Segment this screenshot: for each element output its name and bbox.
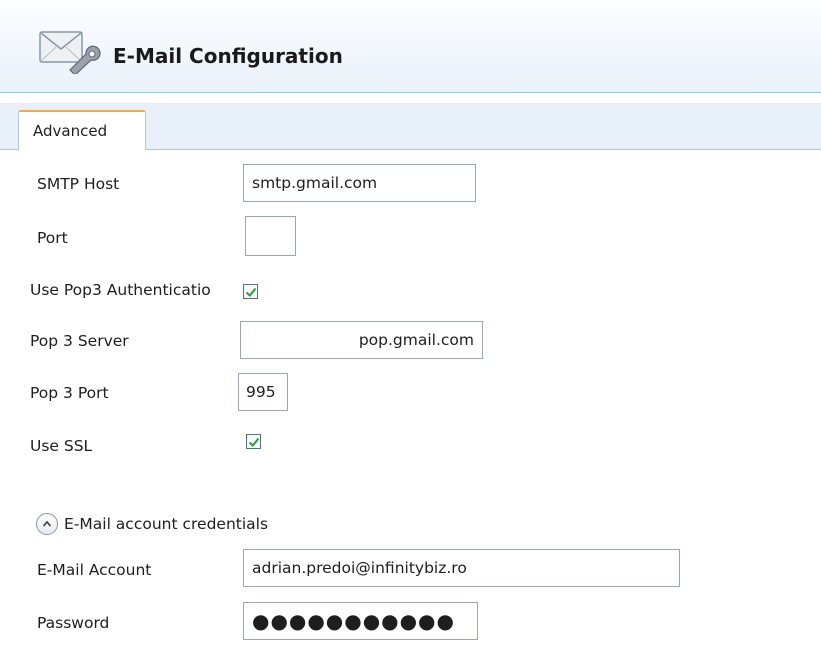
check-icon xyxy=(245,287,256,297)
email-config-form xyxy=(0,150,821,665)
tab-advanced[interactable]: Advanced xyxy=(18,110,146,150)
port-input[interactable] xyxy=(245,216,296,256)
port-label: Port xyxy=(37,229,68,247)
pop3-port-label: Pop 3 Port xyxy=(30,384,109,402)
check-icon xyxy=(248,437,259,447)
page-header: E-Mail Configuration xyxy=(0,0,821,93)
use-pop3-checkbox[interactable] xyxy=(243,284,258,299)
smtp-host-label: SMTP Host xyxy=(37,175,120,193)
smtp-host-input[interactable]: smtp.gmail.com xyxy=(243,164,476,202)
email-account-input[interactable]: adrian.predoi@infinitybiz.ro xyxy=(243,549,680,587)
email-settings-icon xyxy=(39,31,101,74)
password-input[interactable]: ●●●●●●●●●●● xyxy=(243,602,478,640)
email-account-label: E-Mail Account xyxy=(37,561,152,579)
use-ssl-checkbox[interactable] xyxy=(246,434,261,449)
page-title: E-Mail Configuration xyxy=(113,44,343,68)
password-label: Password xyxy=(37,614,110,632)
tab-advanced-label: Advanced xyxy=(33,122,108,140)
pop3-server-input[interactable]: pop.gmail.com xyxy=(240,321,483,359)
use-pop3-label: Use Pop3 Authenticatio xyxy=(30,281,211,299)
credentials-collapse-button[interactable] xyxy=(36,513,58,535)
use-ssl-label: Use SSL xyxy=(30,437,93,455)
pop3-server-label: Pop 3 Server xyxy=(30,332,129,350)
pop3-port-input[interactable]: 995 xyxy=(238,373,288,411)
chevron-up-icon xyxy=(42,520,52,527)
credentials-section-title: E-Mail account credentials xyxy=(64,515,269,533)
